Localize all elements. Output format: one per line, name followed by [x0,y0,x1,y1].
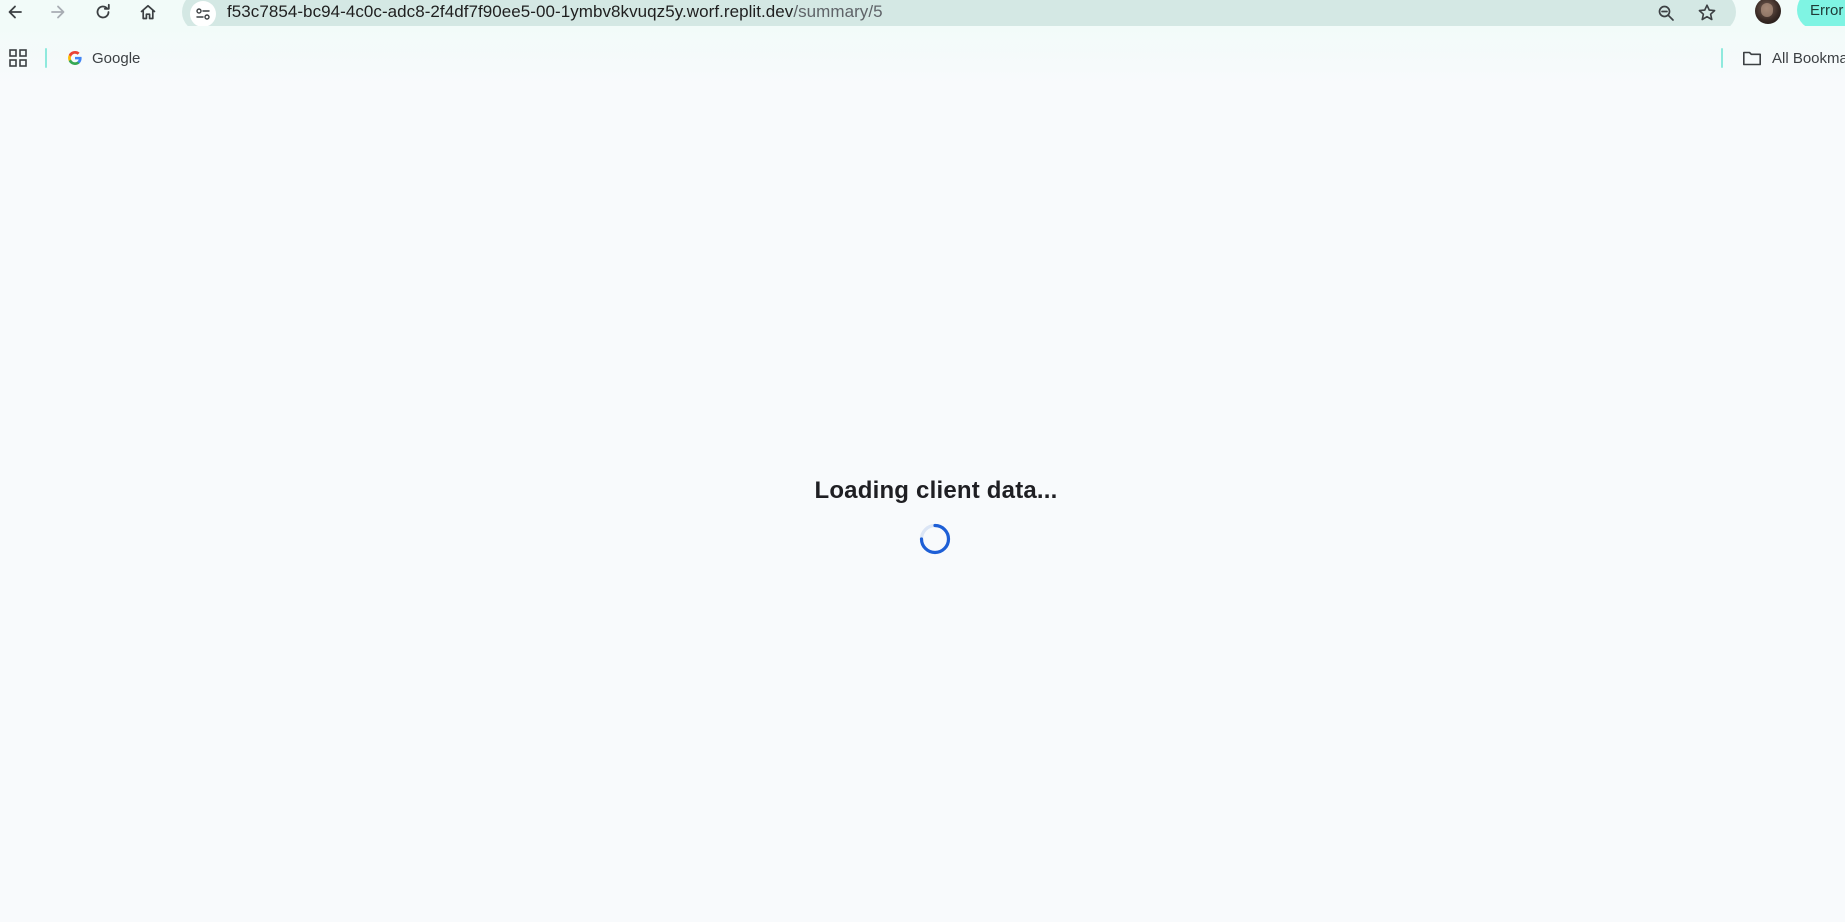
url-text[interactable]: f53c7854-bc94-4c0c-adc8-2f4df7f90ee5-00-… [227,2,883,22]
all-bookmarks-button[interactable]: All Bookma [1742,48,1845,68]
reload-button[interactable] [88,0,118,24]
url-path: /summary/5 [793,2,883,21]
url-host: f53c7854-bc94-4c0c-adc8-2f4df7f90ee5-00-… [227,2,794,21]
bookmark-star-button[interactable] [1695,2,1719,24]
forward-arrow-icon [51,5,65,19]
zoom-icon [1658,5,1674,21]
bookmarks-divider [45,48,47,68]
profile-avatar[interactable] [1755,0,1781,24]
star-icon [1698,4,1716,21]
folder-icon [1743,51,1761,66]
loading-message: Loading client data... [814,477,1058,504]
home-icon [140,4,156,20]
home-button[interactable] [133,0,163,24]
bookmark-google-label: Google [92,49,141,67]
google-icon [68,51,82,65]
error-chip-label: Error [1810,2,1844,19]
back-arrow-icon [8,5,22,19]
reload-icon [96,3,110,19]
all-bookmarks-label: All Bookma [1772,49,1845,67]
browser-toolbar: f53c7854-bc94-4c0c-adc8-2f4df7f90ee5-00-… [0,0,1845,32]
loading-spinner-icon [919,523,951,555]
site-info-button[interactable] [190,1,216,27]
bookmark-google[interactable]: Google [67,48,140,68]
apps-grid-icon[interactable] [8,48,28,68]
bookmarks-divider-right [1721,48,1723,68]
bookmarks-bar: Google All Bookma [0,26,1845,86]
back-button[interactable] [0,0,30,24]
site-info-icon [196,8,210,20]
zoom-button[interactable] [1654,2,1678,24]
forward-button[interactable] [43,0,73,24]
